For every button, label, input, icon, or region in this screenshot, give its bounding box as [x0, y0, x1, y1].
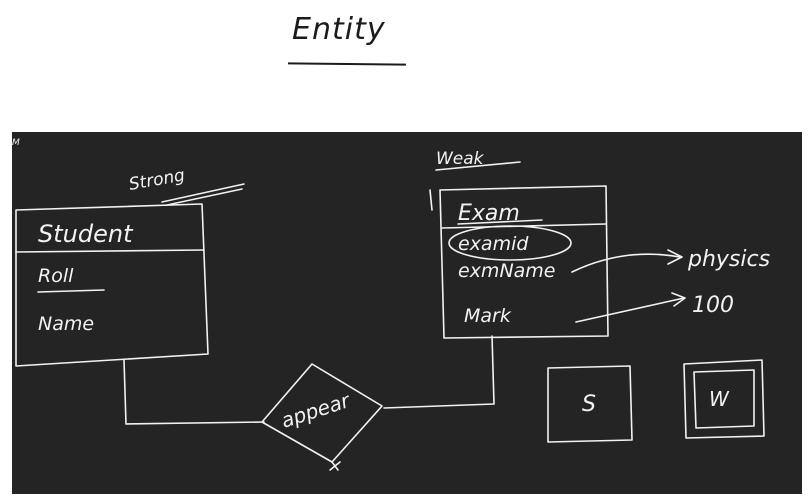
corner-mark: M: [12, 138, 20, 148]
value-100: 100: [692, 293, 734, 318]
student-attribute-name: Name: [38, 313, 94, 335]
page: Entity M Strong Student Roll Name Weak E…: [0, 0, 811, 504]
page-title: Entity: [292, 12, 386, 47]
value-examples: physics 100: [571, 247, 770, 323]
exam-partial-key: examid: [458, 233, 529, 255]
arrow-to-100: [575, 297, 685, 323]
exam-attribute-mark: Mark: [464, 305, 512, 327]
diamond-tail-mark: [329, 461, 341, 471]
notation-legend: S W: [547, 359, 765, 443]
value-physics: physics: [687, 247, 770, 272]
student-header-divider: [15, 249, 205, 253]
strong-entity-tag: Strong: [127, 165, 186, 195]
weak-symbol-letter: W: [709, 387, 730, 411]
student-entity-name: Student: [38, 220, 134, 248]
whiteboard: M Strong Student Roll Name Weak Exam exa…: [12, 132, 802, 494]
exam-attribute-name: exmName: [458, 260, 556, 282]
relationship-name: appear: [278, 388, 354, 433]
appear-to-exam-line: [383, 335, 495, 409]
title-underline: [287, 62, 407, 66]
cursor-mark: [429, 189, 433, 211]
key-attribute-underline: [37, 289, 105, 293]
heading-area: Entity: [0, 0, 811, 130]
strong-symbol-letter: S: [582, 392, 596, 417]
student-to-appear-line: [123, 359, 265, 425]
arrow-to-physics: [571, 253, 681, 273]
er-diagram: M Strong Student Roll Name Weak Exam exa…: [12, 138, 770, 471]
student-key-attribute: Roll: [38, 265, 74, 287]
strong-entity: Strong Student Roll Name: [15, 165, 245, 367]
weak-entity: Weak Exam examid exmName Mark: [429, 149, 609, 339]
